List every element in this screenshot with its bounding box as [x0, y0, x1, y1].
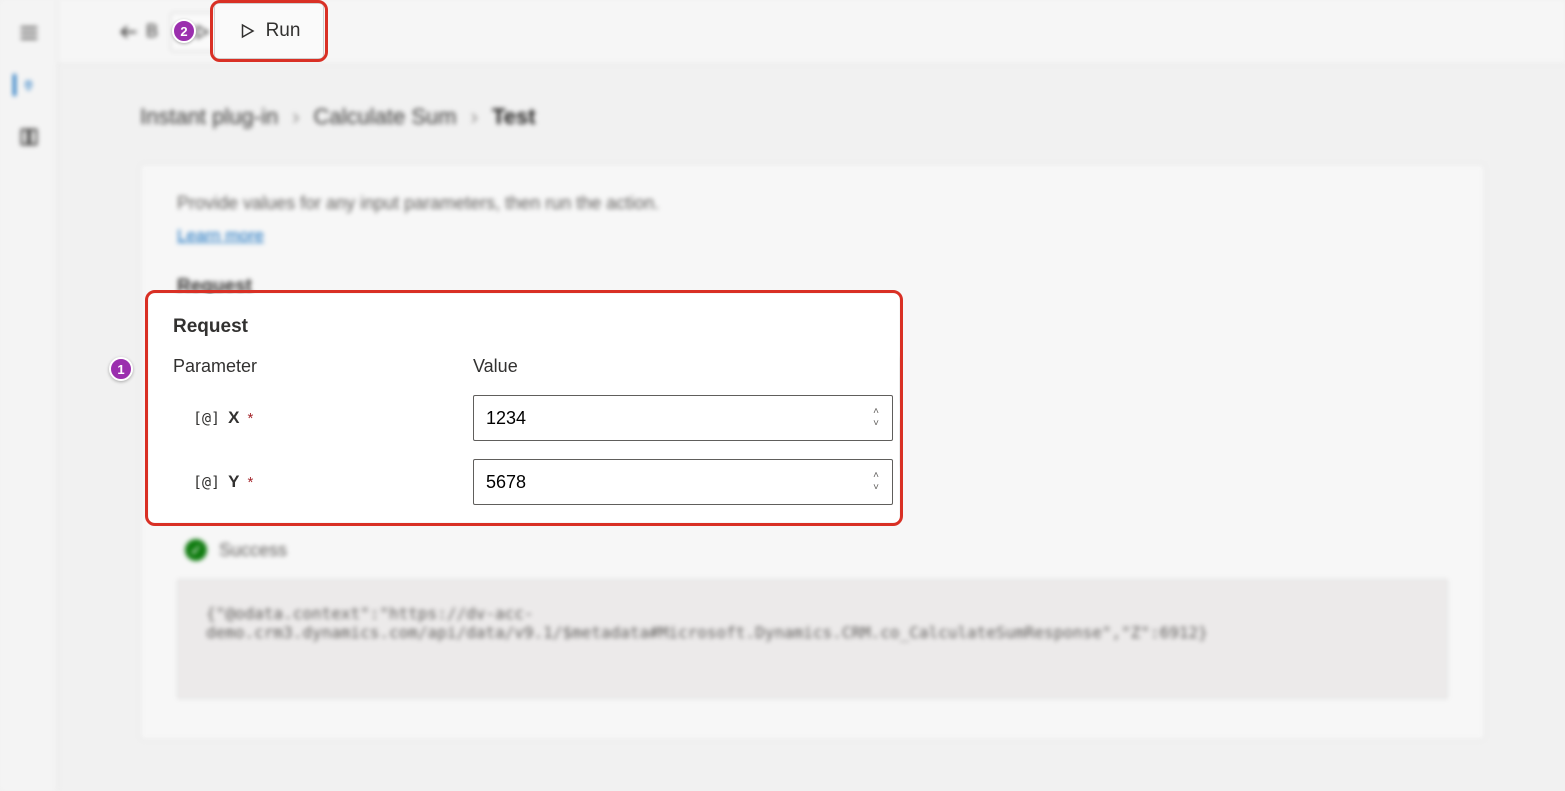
param-row-x: [@] X *: [173, 408, 453, 428]
arrow-left-icon: [118, 21, 140, 43]
request-section-highlighted: Request Parameter Value [@] X * ˄˅ [@] Y…: [149, 294, 899, 522]
required-star: *: [247, 410, 253, 427]
param-input-y[interactable]: [473, 459, 893, 505]
callout-1: 1: [109, 357, 133, 381]
chevron-up-icon: ˄: [865, 472, 887, 480]
plug-icon[interactable]: [13, 74, 35, 96]
callout-2: 2: [172, 19, 196, 43]
param-name-x: X: [228, 408, 239, 428]
checkmark-circle-icon: ✓: [185, 539, 207, 561]
at-icon: [@]: [193, 409, 220, 427]
left-nav-rail: [0, 0, 58, 791]
breadcrumb: Instant plug-in › Calculate Sum › Test: [140, 104, 1485, 130]
param-input-x[interactable]: [473, 395, 893, 441]
param-row-y: [@] Y *: [173, 472, 453, 492]
status-row: ✓ Success: [185, 539, 1448, 561]
learn-more-link[interactable]: Learn more: [177, 226, 264, 245]
main-content: Instant plug-in › Calculate Sum › Test P…: [60, 64, 1565, 104]
request-title: Request: [173, 316, 879, 338]
at-icon: [@]: [193, 473, 220, 491]
col-parameter: Parameter: [173, 356, 453, 377]
breadcrumb-item[interactable]: Calculate Sum: [314, 104, 457, 130]
param-name-y: Y: [228, 472, 239, 492]
run-button-highlighted[interactable]: Run: [214, 3, 324, 59]
book-icon[interactable]: [18, 126, 40, 148]
response-body: {"@odata.context":"https://dv-acc-demo.c…: [177, 579, 1448, 699]
chevron-right-icon: ›: [292, 104, 299, 130]
hamburger-icon[interactable]: [18, 22, 40, 44]
chevron-right-icon: ›: [471, 104, 478, 130]
back-label: B: [146, 21, 158, 42]
number-spinner[interactable]: ˄˅: [865, 462, 887, 502]
chevron-down-icon: ˅: [865, 484, 887, 492]
chevron-down-icon: ˅: [865, 420, 887, 428]
chevron-up-icon: ˄: [865, 408, 887, 416]
breadcrumb-current: Test: [492, 104, 536, 130]
play-icon: [238, 22, 256, 40]
back-button[interactable]: B: [118, 21, 158, 43]
number-spinner[interactable]: ˄˅: [865, 398, 887, 438]
status-text: Success: [219, 540, 287, 561]
help-text: Provide values for any input parameters,…: [177, 193, 1448, 214]
col-value: Value: [473, 356, 893, 377]
required-star: *: [247, 474, 253, 491]
breadcrumb-item[interactable]: Instant plug-in: [140, 104, 278, 130]
